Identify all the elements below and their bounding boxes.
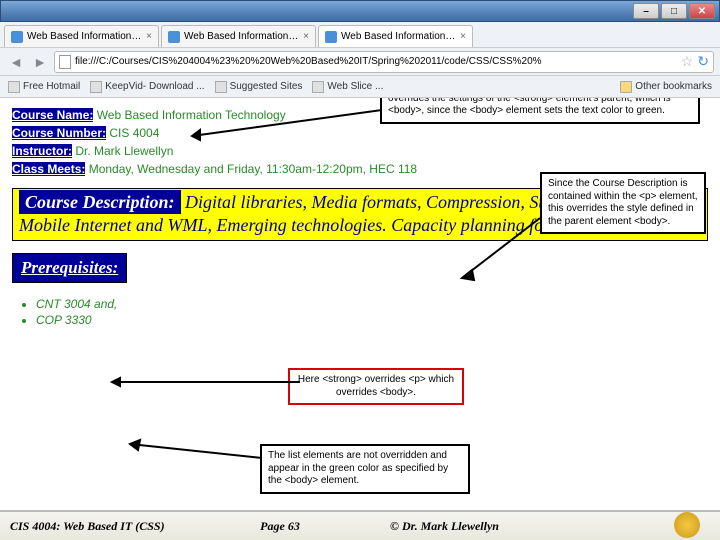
instructor-name: Dr. Mark Llewellyn (72, 144, 173, 158)
forward-button[interactable]: ► (30, 52, 50, 72)
slide-footer: CIS 4004: Web Based IT (CSS) Page 63 © D… (0, 510, 720, 540)
prerequisites-label: Prerequisites: (13, 254, 126, 282)
tab-close-icon[interactable]: × (146, 31, 152, 42)
bookmarks-bar: Free Hotmail KeepVid- Download ... Sugge… (0, 76, 720, 98)
back-button[interactable]: ◄ (6, 52, 26, 72)
window-titlebar: – □ ✕ (0, 0, 720, 22)
list-item: COP 3330 (36, 313, 720, 327)
list-item: CNT 3004 and, (36, 297, 720, 311)
bookmark-star-icon[interactable]: ☆ (681, 53, 694, 70)
url-input[interactable]: file:///C:/Courses/CIS%204004%23%20%20We… (54, 51, 714, 73)
browser-tab[interactable]: Web Based Information T... × (161, 25, 316, 47)
bookmark-item[interactable]: Other bookmarks (620, 81, 712, 93)
callout-p-override: Since the Course Description is containe… (540, 172, 706, 234)
page-icon (325, 31, 337, 43)
refresh-icon[interactable]: ↻ (697, 53, 709, 70)
footer-left: CIS 4004: Web Based IT (CSS) (10, 519, 210, 534)
description-label: Course Description: (19, 190, 181, 214)
address-bar: ◄ ► file:///C:/Courses/CIS%204004%23%20%… (0, 48, 720, 76)
course-number-label: Course Number: (12, 126, 106, 140)
instructor-label: Instructor: (12, 144, 72, 158)
callout-strong-p-body: Here <strong> overrides <p> which overri… (288, 368, 464, 405)
callout-list-green: The list elements are not overridden and… (260, 444, 470, 494)
minimize-button[interactable]: – (633, 3, 659, 19)
bookmark-label: KeepVid- Download ... (105, 81, 204, 92)
tab-label: Web Based Information T... (27, 31, 142, 42)
footer-page: Page 63 (210, 519, 350, 534)
url-text: file:///C:/Courses/CIS%204004%23%20%20We… (75, 56, 677, 67)
bookmark-item[interactable]: Web Slice ... (312, 81, 383, 93)
browser-tab[interactable]: Web Based Information T... × (4, 25, 159, 47)
bookmark-item[interactable]: Free Hotmail (8, 81, 80, 93)
favicon-icon (215, 81, 227, 93)
page-icon (168, 31, 180, 43)
favicon-icon (90, 81, 102, 93)
footer-copyright: © Dr. Mark Llewellyn (350, 519, 710, 534)
bookmark-item[interactable]: KeepVid- Download ... (90, 81, 204, 93)
favicon-icon (8, 81, 20, 93)
folder-icon (620, 81, 632, 93)
tab-label: Web Based Information T... (184, 31, 299, 42)
tab-bar: Web Based Information T... × Web Based I… (0, 22, 720, 48)
tab-label: Web Based Information T... (341, 31, 456, 42)
prerequisites-list: CNT 3004 and, COP 3330 (36, 297, 720, 327)
page-icon (59, 55, 71, 69)
window-buttons: – □ ✕ (633, 3, 715, 19)
course-number: CIS 4004 (106, 126, 159, 140)
browser-tab-active[interactable]: Web Based Information T... × (318, 25, 473, 47)
page-content: Course Name: Web Based Information Techn… (0, 98, 720, 510)
callout-strong-override: Notice that all text within the <strong>… (380, 98, 700, 124)
prerequisites-block: Prerequisites: (12, 253, 127, 283)
maximize-button[interactable]: □ (661, 3, 687, 19)
page-icon (11, 31, 23, 43)
class-meets-label: Class Meets: (12, 162, 85, 176)
bookmark-label: Web Slice ... (327, 81, 383, 92)
bookmark-item[interactable]: Suggested Sites (215, 81, 303, 93)
close-button[interactable]: ✕ (689, 3, 715, 19)
bookmark-label: Suggested Sites (230, 81, 303, 92)
bookmark-label: Other bookmarks (635, 81, 712, 92)
class-meets: Monday, Wednesday and Friday, 11:30am-12… (85, 162, 417, 176)
course-name-label: Course Name: (12, 108, 93, 122)
ucf-logo-icon (674, 512, 700, 538)
course-name: Web Based Information Technology (93, 108, 285, 122)
tab-close-icon[interactable]: × (303, 31, 309, 42)
bookmark-label: Free Hotmail (23, 81, 80, 92)
tab-close-icon[interactable]: × (460, 31, 466, 42)
favicon-icon (312, 81, 324, 93)
